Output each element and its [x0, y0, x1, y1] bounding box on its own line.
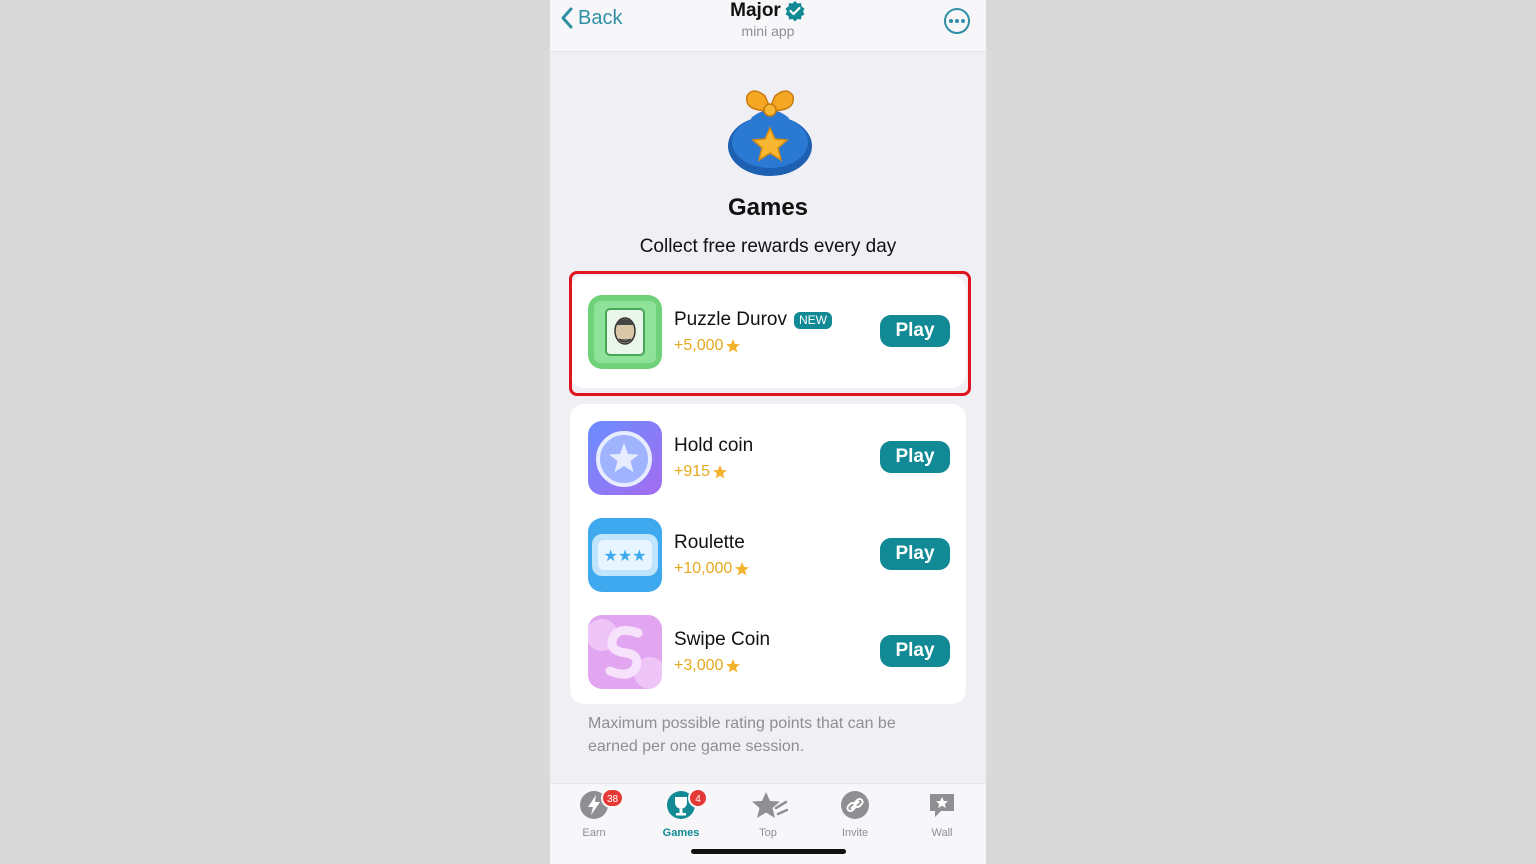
link-icon — [841, 791, 869, 819]
games-badge: 4 — [688, 788, 708, 808]
header-title-block: Major mini app — [550, 0, 986, 40]
app-subtitle: mini app — [741, 23, 795, 39]
game-row-puzzle-durov[interactable]: Puzzle Durov NEW +5,000 Play — [588, 295, 950, 371]
new-badge: NEW — [794, 311, 832, 329]
chat-star-icon — [930, 794, 954, 817]
page-title: Games — [727, 194, 809, 221]
play-button[interactable]: Play — [880, 538, 950, 570]
star-icon — [752, 792, 788, 818]
game-reward: +10,000 — [674, 560, 733, 577]
tab-label: Games — [662, 827, 700, 839]
earn-badge: 38 — [601, 788, 625, 808]
footnote-text: Maximum possible rating points that can … — [588, 715, 896, 755]
mini-app-screen: Back Major mini app Games Collect free r… — [550, 0, 986, 864]
puzzle-durov-icon — [588, 295, 662, 369]
tab-wall[interactable]: Wall — [907, 788, 977, 839]
tab-label: Wall — [931, 827, 953, 839]
hold-coin-icon — [588, 421, 662, 495]
tab-label: Invite — [841, 827, 869, 839]
game-name: Puzzle Durov — [674, 309, 787, 330]
play-button[interactable]: Play — [880, 315, 950, 347]
swipe-coin-icon — [588, 615, 662, 689]
roulette-icon: ★★★ — [588, 518, 662, 592]
game-name: Swipe Coin — [674, 629, 771, 650]
game-row-roulette[interactable]: ★★★ Roulette +10,000 Play — [588, 518, 950, 594]
tab-label: Earn — [582, 827, 606, 839]
svg-text:★★★: ★★★ — [603, 546, 646, 565]
more-options-icon[interactable] — [944, 8, 970, 34]
verified-icon — [785, 1, 805, 22]
app-header: Back Major mini app — [550, 0, 986, 52]
game-reward: +915 — [674, 463, 711, 480]
app-title: Major — [730, 0, 781, 21]
home-indicator — [691, 849, 846, 854]
game-name: Roulette — [674, 532, 745, 553]
game-name: Hold coin — [674, 435, 754, 456]
game-row-hold-coin[interactable]: Hold coin +915 Play — [588, 421, 950, 497]
tab-label: Top — [759, 827, 777, 839]
game-reward: +3,000 — [674, 657, 724, 674]
play-button[interactable]: Play — [880, 635, 950, 667]
tab-top[interactable]: Top — [733, 788, 803, 839]
page-subtitle: Collect free rewards every day — [639, 236, 897, 257]
featured-game-card: Puzzle Durov NEW +5,000 Play — [570, 276, 966, 388]
play-button[interactable]: Play — [880, 441, 950, 473]
game-row-swipe-coin[interactable]: Swipe Coin +3,000 Play — [588, 615, 950, 691]
tab-games[interactable]: 4 Games — [646, 788, 716, 839]
tab-invite[interactable]: Invite — [820, 788, 890, 839]
star-icon — [726, 339, 741, 353]
star-icon — [735, 562, 750, 576]
gift-bag-icon — [728, 90, 812, 176]
tab-earn[interactable]: 38 Earn — [559, 788, 629, 839]
star-icon — [713, 465, 728, 479]
games-list-card: Hold coin +915 Play ★★★ Roulette +10,000… — [570, 404, 966, 704]
game-reward: +5,000 — [674, 337, 724, 354]
star-icon — [726, 659, 741, 673]
